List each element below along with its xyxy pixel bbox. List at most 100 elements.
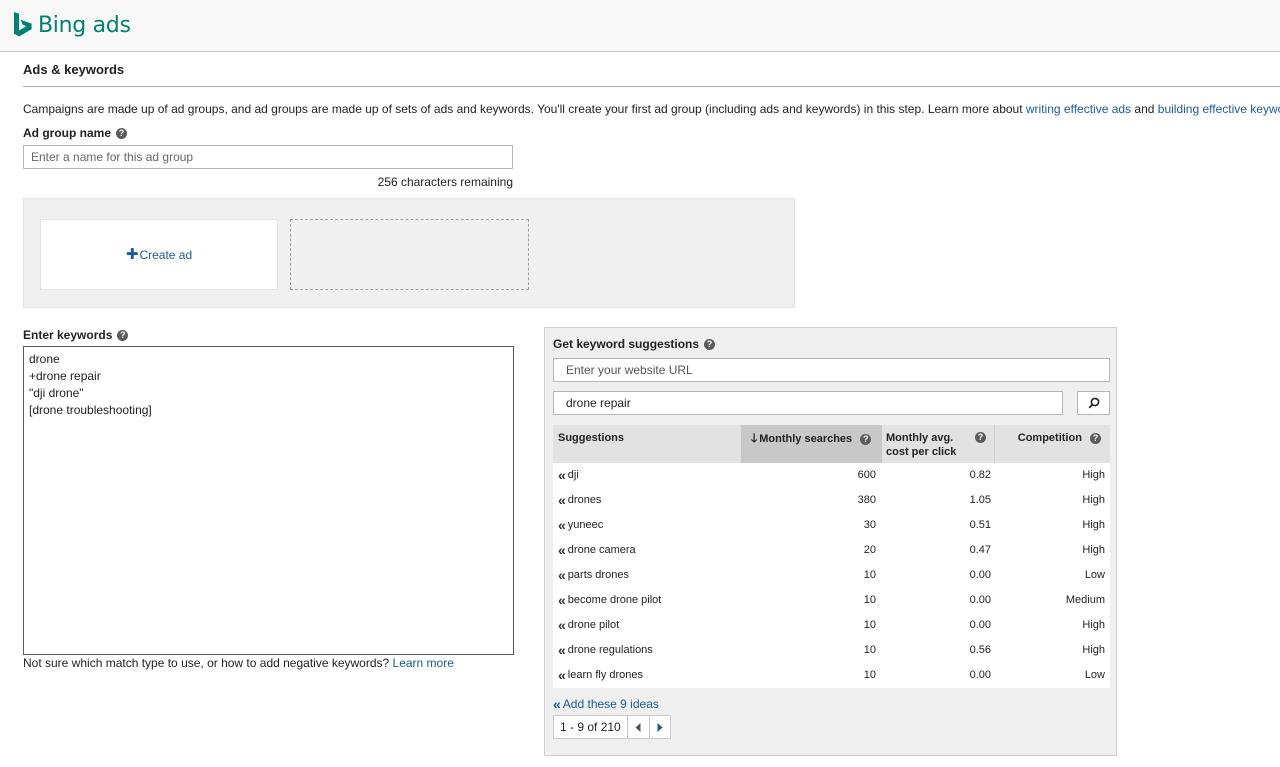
monthly-searches-cell: 600 bbox=[857, 469, 876, 481]
suggestion-term-cell: «drones bbox=[558, 493, 602, 507]
page-title: Ads & keywords bbox=[23, 62, 125, 77]
monthly-searches-cell: 380 bbox=[857, 494, 876, 506]
previous-page-button[interactable] bbox=[628, 716, 649, 738]
suggestion-term: yuneec bbox=[567, 519, 604, 531]
help-icon[interactable]: ? bbox=[117, 329, 129, 341]
suggestion-term: drone regulations bbox=[567, 644, 653, 656]
competition-cell: High bbox=[1082, 644, 1105, 656]
competition-cell: High bbox=[1082, 469, 1105, 481]
table-row: «drone regulations 10 0.56 High bbox=[553, 638, 1110, 663]
table-body: «dji 600 0.82 High «drones 380 1.05 High «yuneec… bbox=[553, 463, 1110, 688]
table-row: «learn fly drones 10 0.00 Low bbox=[553, 663, 1110, 688]
suggestion-term: become drone pilot bbox=[567, 594, 662, 606]
enter-keywords-label-text: Enter keywords bbox=[23, 328, 113, 342]
help-icon[interactable]: ? bbox=[1090, 433, 1101, 444]
competition-cell: Medium bbox=[1065, 594, 1105, 606]
cost-per-click-cell: 0.00 bbox=[969, 669, 991, 681]
add-keyword-icon[interactable]: « bbox=[558, 568, 566, 582]
monthly-searches-cell: 10 bbox=[863, 594, 876, 606]
column-header-cost-per-click[interactable]: Monthly avg. cost per click ? bbox=[882, 425, 995, 463]
suggestion-term: drone camera bbox=[567, 544, 636, 556]
help-icon[interactable]: ? bbox=[860, 434, 872, 445]
suggestion-term: drones bbox=[567, 494, 602, 506]
table-row: «dji 600 0.82 High bbox=[553, 463, 1110, 488]
competition-cell: Low bbox=[1084, 669, 1105, 681]
search-icon bbox=[1088, 397, 1099, 409]
cost-per-click-cell: 1.05 bbox=[969, 494, 991, 506]
building-keyword-lists-link[interactable]: building effective keyword lists bbox=[1158, 102, 1280, 116]
writing-effective-ads-link[interactable]: writing effective ads bbox=[1026, 102, 1131, 116]
title-divider bbox=[23, 86, 1280, 87]
pagination: 1 - 9 of 210 bbox=[553, 715, 671, 739]
create-ad-button[interactable]: ✚ Create ad bbox=[40, 219, 278, 290]
cost-per-click-cell: 0.56 bbox=[969, 644, 991, 656]
monthly-searches-cell: 30 bbox=[863, 519, 876, 531]
table-row: «drone pilot 10 0.00 High bbox=[553, 613, 1110, 638]
cost-per-click-cell: 0.82 bbox=[969, 469, 991, 481]
add-keyword-icon[interactable]: « bbox=[558, 468, 566, 482]
monthly-searches-cell: 10 bbox=[863, 569, 876, 581]
competition-cell: High bbox=[1082, 544, 1105, 556]
suggestion-term-cell: «drone pilot bbox=[558, 618, 620, 632]
monthly-searches-cell: 10 bbox=[863, 669, 876, 681]
monthly-searches-cell: 10 bbox=[863, 644, 876, 656]
table-row: «drones 380 1.05 High bbox=[553, 488, 1110, 513]
add-keyword-icon[interactable]: « bbox=[558, 618, 566, 632]
suggestion-term-cell: «parts drones bbox=[558, 568, 629, 582]
keyword-search-input[interactable] bbox=[553, 391, 1063, 415]
suggestion-term: drone pilot bbox=[567, 619, 620, 631]
help-icon[interactable]: ? bbox=[975, 432, 986, 443]
double-chevron-left-icon: « bbox=[553, 695, 561, 712]
ads-panel: ✚ Create ad bbox=[23, 198, 795, 308]
table-row: «drone camera 20 0.47 High bbox=[553, 538, 1110, 563]
help-icon[interactable]: ? bbox=[116, 127, 128, 139]
intro-text: Campaigns are made up of ad groups, and … bbox=[23, 102, 1280, 116]
keywords-textarea[interactable]: drone +drone repair "dji drone" [drone t… bbox=[23, 346, 514, 655]
column-header-competition[interactable]: Competition ? bbox=[995, 425, 1110, 463]
add-all-ideas-link[interactable]: « Add these 9 ideas bbox=[553, 695, 659, 712]
suggestion-term-cell: «learn fly drones bbox=[558, 668, 644, 682]
intro-and: and bbox=[1131, 102, 1158, 116]
column-header-monthly-searches[interactable]: 🡓 Monthly searches ? bbox=[741, 425, 882, 463]
ad-group-name-input[interactable] bbox=[23, 145, 513, 169]
suggestion-term-cell: «become drone pilot bbox=[558, 593, 662, 607]
enter-keywords-label: Enter keywords ? bbox=[23, 328, 129, 342]
website-url-input[interactable] bbox=[553, 358, 1110, 382]
suggestion-term: learn fly drones bbox=[567, 669, 644, 681]
top-bar: Bing ads bbox=[0, 0, 1280, 52]
add-keyword-icon[interactable]: « bbox=[558, 543, 566, 557]
competition-label: Competition bbox=[1017, 432, 1082, 444]
bing-ads-logo[interactable]: Bing ads bbox=[12, 10, 131, 40]
chars-remaining: 256 characters remaining bbox=[377, 175, 513, 189]
match-type-help-text: Not sure which match type to use, or how… bbox=[23, 656, 393, 670]
monthly-searches-label: Monthly searches bbox=[759, 433, 853, 445]
match-type-help: Not sure which match type to use, or how… bbox=[23, 656, 454, 670]
add-all-ideas-label: Add these 9 ideas bbox=[562, 697, 659, 711]
competition-cell: Low bbox=[1084, 569, 1105, 581]
column-header-suggestions[interactable]: Suggestions bbox=[553, 425, 741, 463]
create-ad-label: Create ad bbox=[139, 247, 193, 262]
help-icon[interactable]: ? bbox=[704, 338, 716, 350]
add-keyword-icon[interactable]: « bbox=[558, 493, 566, 507]
ad-group-name-label-text: Ad group name bbox=[23, 126, 112, 140]
sort-desc-icon: 🡓 bbox=[751, 431, 758, 445]
suggestion-term-cell: «drone camera bbox=[558, 543, 636, 557]
keyword-suggestions-panel: Get keyword suggestions ? Suggestions 🡓M… bbox=[544, 327, 1117, 756]
add-keyword-icon[interactable]: « bbox=[558, 518, 566, 532]
cost-label-line2: cost per click bbox=[886, 446, 957, 458]
cost-per-click-cell: 0.47 bbox=[969, 544, 991, 556]
suggestion-term-cell: «drone regulations bbox=[558, 643, 653, 657]
keyword-suggestions-title: Get keyword suggestions ? bbox=[553, 337, 716, 351]
next-page-button[interactable] bbox=[648, 716, 670, 738]
ad-group-name-label: Ad group name ? bbox=[23, 126, 128, 140]
add-keyword-icon[interactable]: « bbox=[558, 668, 566, 682]
empty-ad-slot bbox=[290, 219, 529, 290]
suggestion-term-cell: «dji bbox=[558, 468, 579, 482]
add-keyword-icon[interactable]: « bbox=[558, 643, 566, 657]
search-button[interactable] bbox=[1077, 391, 1110, 415]
monthly-searches-cell: 20 bbox=[863, 544, 876, 556]
add-keyword-icon[interactable]: « bbox=[558, 593, 566, 607]
table-row: «become drone pilot 10 0.00 Medium bbox=[553, 588, 1110, 613]
suggestion-term: parts drones bbox=[567, 569, 629, 581]
learn-more-link[interactable]: Learn more bbox=[393, 656, 454, 670]
